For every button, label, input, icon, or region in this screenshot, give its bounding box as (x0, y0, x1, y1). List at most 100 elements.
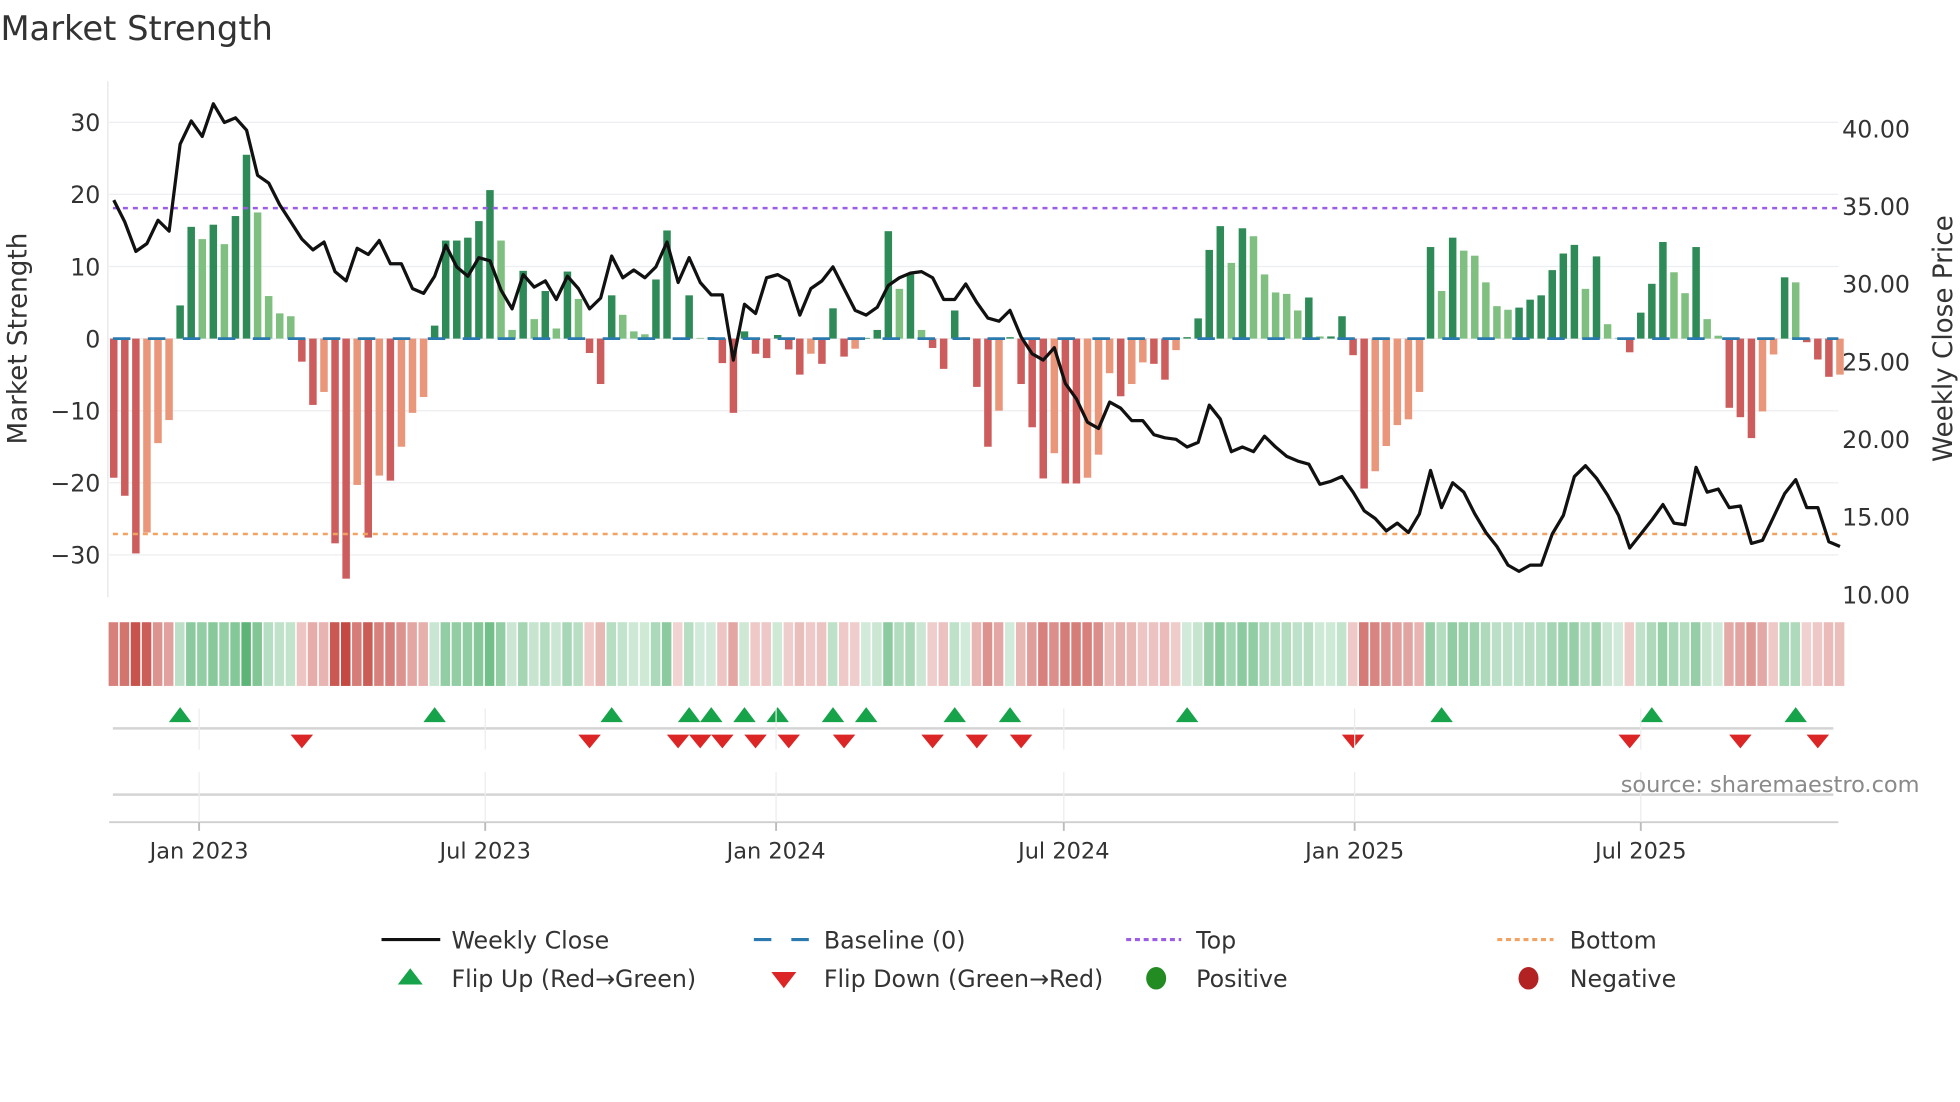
strength-bar (630, 331, 638, 339)
strip-cell (1469, 622, 1480, 686)
y-tick-label: 30 (70, 109, 100, 137)
strength-bar (364, 338, 372, 538)
strength-bar (1526, 299, 1534, 339)
strength-bar (585, 338, 594, 354)
strip-cell (108, 622, 119, 686)
strip-cell (186, 622, 196, 686)
strength-bar (1515, 307, 1523, 339)
strip-cell (1724, 622, 1734, 686)
strength-bar (353, 338, 361, 485)
strip-cell (1403, 622, 1413, 686)
strength-bar (375, 338, 384, 476)
flip-up-marker (854, 707, 878, 723)
strip-cell (529, 622, 539, 686)
strength-bar (829, 308, 837, 339)
strength-bar (1471, 255, 1479, 339)
strength-bar (950, 310, 959, 339)
strength-bar (1703, 319, 1711, 339)
chart-title: Market Strength (0, 9, 272, 48)
strip-cell (429, 622, 440, 686)
strength-bar (1559, 253, 1568, 339)
flip-down-marker (1341, 734, 1365, 749)
strip-cell (1591, 622, 1601, 686)
strip-cell (318, 622, 329, 686)
strength-bar (995, 338, 1003, 411)
y-tick-label: −10 (50, 397, 100, 425)
flip-down-marker (688, 734, 712, 749)
strength-bar (1736, 338, 1745, 418)
strip-cell (385, 622, 395, 686)
strip-cell (628, 622, 639, 686)
strip-cell (960, 622, 971, 686)
strip-cell (1071, 622, 1081, 686)
strip-cell (329, 622, 340, 686)
flip-up-marker (600, 707, 623, 723)
strength-bar (1083, 338, 1092, 478)
strip-cell (1513, 622, 1524, 686)
strength-bar (1006, 337, 1014, 339)
strength-bar (1426, 247, 1435, 339)
strength-bar (928, 338, 937, 348)
strength-bar (109, 338, 118, 478)
strength-bar (1194, 318, 1202, 339)
strength-bar (187, 226, 195, 339)
circle-icon (1518, 967, 1539, 990)
flip-down-marker (578, 734, 601, 749)
strength-bar (1437, 291, 1446, 339)
flip-down-marker (921, 734, 944, 749)
strip-cell (894, 622, 904, 686)
strength-bar (552, 328, 561, 339)
strength-bar (1625, 338, 1634, 353)
strength-bar (309, 338, 317, 405)
flip-down-marker (1618, 734, 1641, 749)
strip-cell (850, 622, 860, 686)
strip-cell (1126, 622, 1137, 686)
strength-bar (1116, 338, 1125, 397)
strip-cell (473, 622, 484, 686)
flip-up-marker (700, 707, 723, 723)
strip-cell (1823, 622, 1834, 686)
strip-cell (772, 622, 783, 686)
strength-bar (1415, 338, 1424, 392)
strip-cell (1834, 622, 1845, 686)
flip-up-marker (1430, 707, 1453, 723)
legend-item-flip-up: Flip Up (Red→Green) (397, 965, 696, 993)
strength-bar (807, 338, 815, 354)
strip-cell (252, 622, 262, 686)
strip-cell (1657, 622, 1668, 686)
strength-bar (851, 338, 859, 349)
strip-cell (307, 622, 318, 686)
strip-cell (484, 622, 495, 686)
strength-bar (1349, 338, 1357, 356)
strength-bar (1537, 295, 1545, 339)
flip-up-marker (766, 707, 789, 723)
strength-bar (1260, 274, 1269, 339)
strip-cell (518, 622, 528, 686)
strength-bar (1271, 292, 1280, 339)
y-tick-label: −30 (50, 542, 100, 570)
strength-bar (1769, 338, 1778, 355)
strength-bar (143, 338, 151, 533)
strip-cell (1159, 622, 1170, 686)
strip-cell (175, 622, 185, 686)
strip-cell (1237, 622, 1247, 686)
strip-cell (274, 622, 285, 686)
circle-icon (1146, 967, 1167, 990)
y-tick-label: 10 (70, 253, 100, 281)
legend-item-positive: Positive (1146, 965, 1288, 993)
strip-cell (949, 622, 960, 686)
strength-bar (1227, 262, 1236, 339)
strip-cell (1746, 622, 1756, 686)
strip-cell (1347, 622, 1358, 686)
market-strength-chart: Market Strength 30 20 10 0 −10 −20 −30 40.00 35… (0, 9, 1959, 993)
flip-up-marker (1640, 707, 1664, 723)
y2-tick-label: 40.00 (1842, 115, 1910, 143)
strength-bar (1249, 236, 1258, 339)
strength-bar (1017, 338, 1025, 385)
strip-cell (695, 622, 705, 686)
strip-cell (1281, 622, 1292, 686)
strength-bar (453, 240, 461, 339)
legend-item-flip-down: Flip Down (Green→Red) (771, 965, 1103, 993)
strip-cell (1735, 622, 1745, 686)
strength-bar (784, 338, 793, 350)
